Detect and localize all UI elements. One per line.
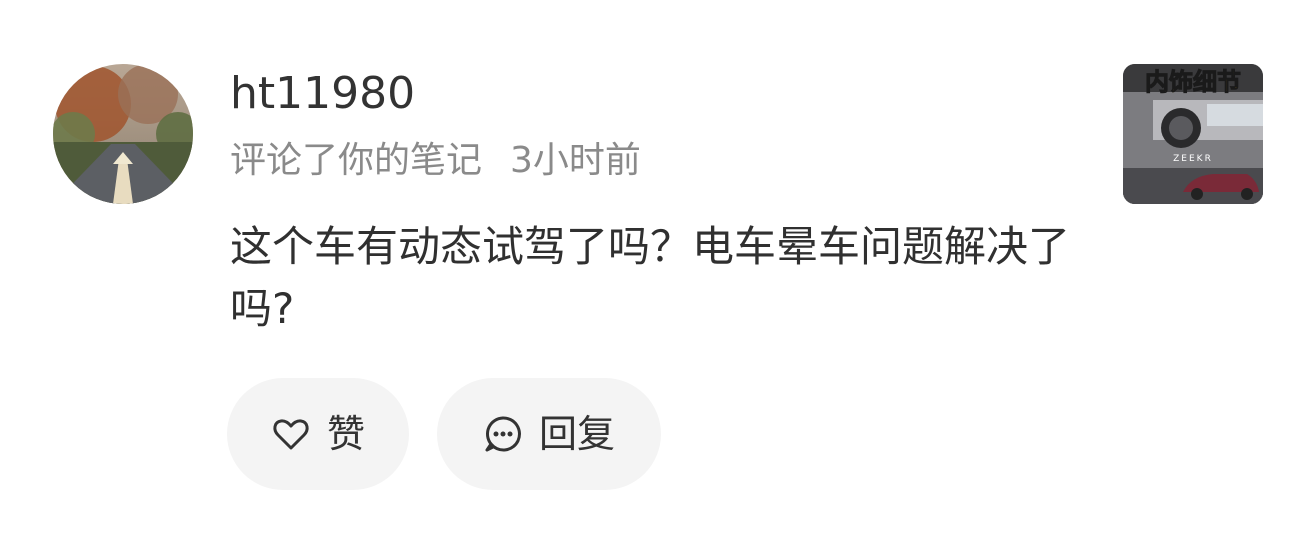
activity-meta: 评论了你的笔记 3小时前 [230, 136, 641, 186]
avatar-image [53, 64, 193, 204]
note-thumbnail-image: 内饰细节 ZEEKR [1123, 64, 1263, 204]
comment-bubble-icon [483, 414, 523, 454]
like-button[interactable]: 赞 [227, 378, 409, 490]
comment-text: 这个车有动态试驾了吗？电车晕车问题解决了吗? [230, 222, 1071, 333]
avatar[interactable] [53, 64, 193, 204]
thumb-brand: ZEEKR [1173, 154, 1213, 164]
note-thumbnail[interactable]: 内饰细节 ZEEKR [1123, 64, 1263, 204]
like-label: 赞 [326, 412, 365, 456]
thumb-overlay-title: 内饰细节 [1145, 68, 1241, 96]
reply-label: 回复 [538, 412, 615, 456]
heart-outline-icon [271, 414, 311, 454]
username[interactable]: ht11980 [230, 66, 415, 122]
reply-button[interactable]: 回复 [437, 378, 661, 490]
activity-action: 评论了你的笔记 [230, 140, 483, 181]
activity-time: 3小时前 [510, 140, 641, 181]
